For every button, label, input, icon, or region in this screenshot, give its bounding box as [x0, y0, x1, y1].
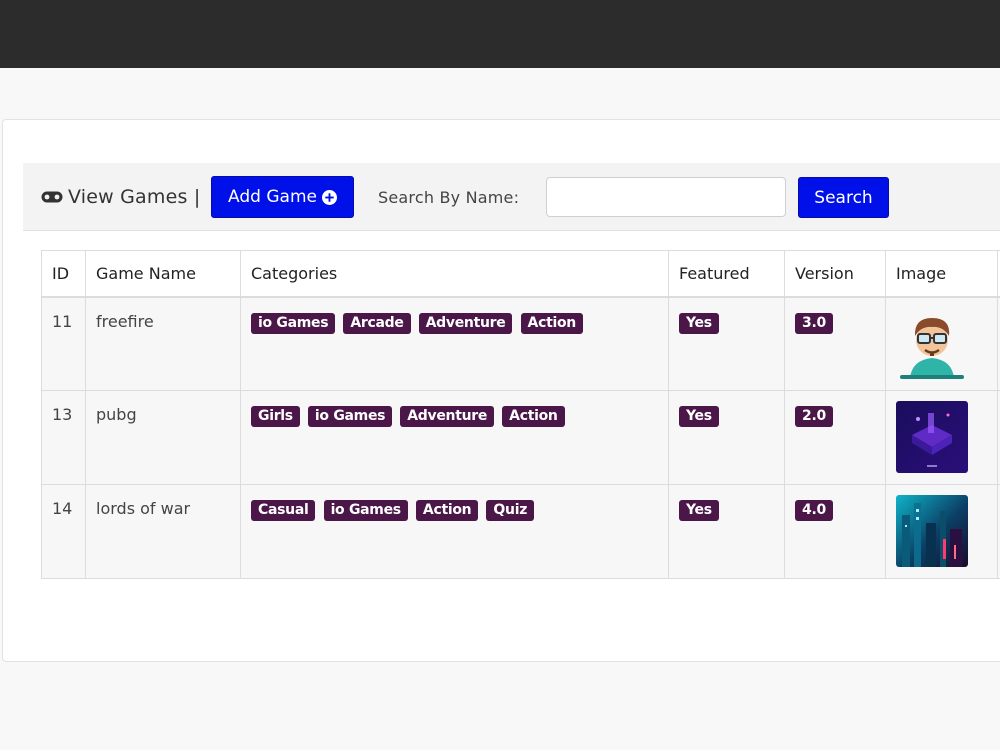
featured-badge: Yes: [679, 406, 719, 427]
top-navbar: [0, 0, 1000, 68]
gamepad-icon: [41, 191, 63, 203]
games-card: View Games | Add Game Search By Name: Se…: [2, 119, 1000, 662]
cell-featured: Yes: [668, 484, 785, 579]
version-badge: 2.0: [795, 406, 833, 427]
table-row: 14 lords of war Casual io Games Action Q…: [41, 484, 1000, 579]
version-badge: 4.0: [795, 500, 833, 521]
table-row: 13 pubg Girls io Games Adventure Action …: [41, 390, 1000, 485]
page-title-text: View Games |: [68, 186, 201, 208]
games-table: ID Game Name Categories Featured Version…: [41, 250, 1000, 579]
category-badge: Action: [520, 312, 583, 334]
purple-3d-icon[interactable]: [896, 401, 968, 473]
cell-game-name: pubg: [85, 390, 241, 485]
featured-badge: Yes: [679, 500, 719, 521]
header-game-name: Game Name: [85, 250, 241, 298]
cell-image: [885, 296, 998, 391]
search-label: Search By Name:: [378, 188, 520, 207]
cell-version: 3.0: [784, 296, 886, 391]
cell-image: [885, 390, 998, 485]
search-button[interactable]: Search: [798, 177, 889, 218]
search-input[interactable]: [546, 177, 786, 217]
header-image: Image: [885, 250, 998, 298]
cell-categories: Girls io Games Adventure Action: [240, 390, 669, 485]
featured-badge: Yes: [679, 312, 719, 334]
cell-categories: Casual io Games Action Quiz: [240, 484, 669, 579]
cell-id: 13: [41, 390, 86, 485]
category-badge: Adventure: [400, 406, 495, 427]
cell-id: 11: [41, 296, 86, 391]
category-badge: Action: [502, 406, 565, 427]
category-badge: io Games: [251, 312, 336, 334]
header-version: Version: [784, 250, 886, 298]
category-badge: Adventure: [418, 312, 513, 334]
header-categories: Categories: [240, 250, 669, 298]
header-id: ID: [41, 250, 86, 298]
category-badge: Girls: [251, 406, 300, 427]
neon-city-icon[interactable]: [896, 495, 968, 567]
page-title: View Games |: [41, 185, 200, 209]
category-badge: Action: [415, 500, 479, 521]
category-badge: Casual: [251, 500, 316, 521]
category-badge: Quiz: [486, 500, 535, 521]
cell-game-name: lords of war: [85, 484, 241, 579]
add-game-label: Add Game: [228, 187, 317, 207]
version-badge: 3.0: [795, 312, 833, 334]
cell-id: 14: [41, 484, 86, 579]
plus-circle-icon: [321, 189, 337, 205]
cell-version: 2.0: [784, 390, 886, 485]
cell-version: 4.0: [784, 484, 886, 579]
category-badge: io Games: [307, 406, 393, 427]
category-badge: io Games: [323, 500, 408, 521]
cell-image: [885, 484, 998, 579]
cell-game-name: freefire: [85, 296, 241, 391]
gamer-avatar-icon[interactable]: [896, 307, 968, 380]
table-header-row: ID Game Name Categories Featured Version…: [41, 250, 1000, 298]
cell-categories: io Games Arcade Adventure Action: [240, 296, 669, 391]
category-badge: Arcade: [343, 312, 411, 334]
cell-featured: Yes: [668, 390, 785, 485]
add-game-button[interactable]: Add Game: [211, 176, 354, 218]
cell-featured: Yes: [668, 296, 785, 391]
games-toolbar: View Games | Add Game Search By Name: Se…: [23, 163, 1000, 231]
table-row: 11 freefire io Games Arcade Adventure Ac…: [41, 296, 1000, 391]
header-featured: Featured: [668, 250, 785, 298]
